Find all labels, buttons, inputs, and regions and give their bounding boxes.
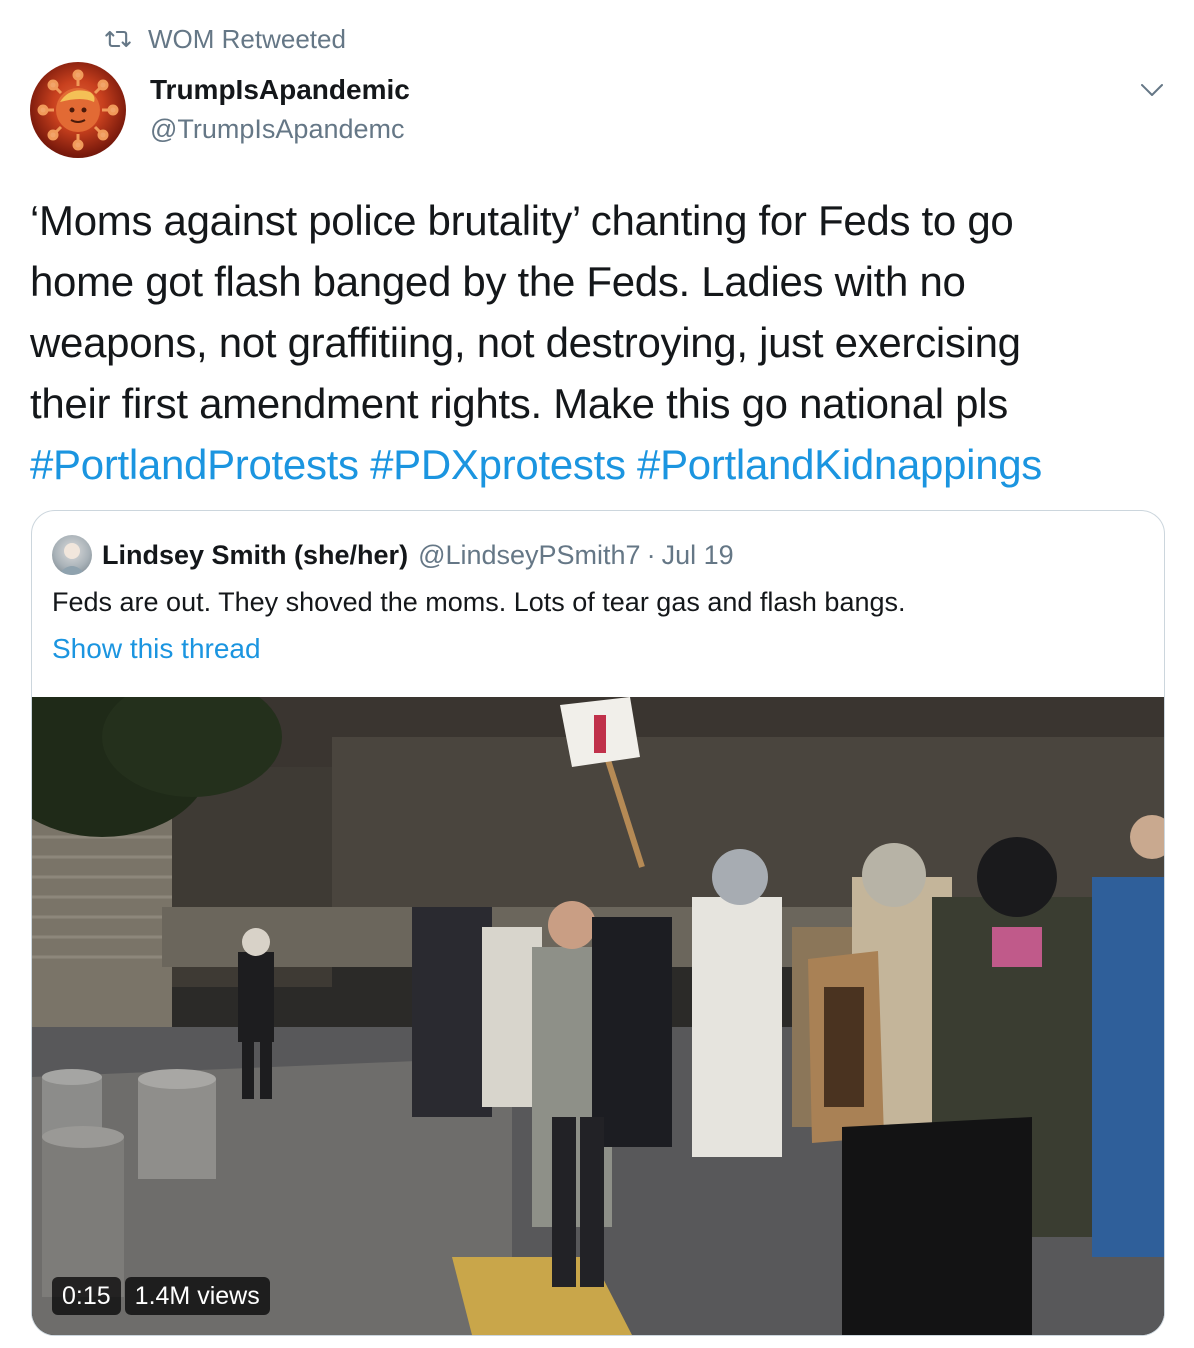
quoted-author-name[interactable]: Lindsey Smith (she/her) [102,540,408,571]
video-badges: 0:15 1.4M views [52,1277,270,1315]
retweet-icon [105,30,131,48]
video-player[interactable]: 0:15 1.4M views [32,697,1164,1335]
quoted-author-avatar[interactable] [52,535,92,575]
tweet-text-line: home got flash banged by the Feds. Ladie… [30,258,966,305]
avatar-image [58,543,86,575]
chevron-down-icon[interactable] [1136,74,1168,106]
video-duration-badge: 0:15 [52,1277,121,1315]
show-thread-link[interactable]: Show this thread [52,633,261,665]
quoted-tweet-header: Lindsey Smith (she/her) @LindseyPSmith7 … [52,535,734,575]
avatar-image [37,69,119,151]
tweet-text-line: their first amendment rights. Make this … [30,380,1008,427]
tweet-text-line: weapons, not graffitiing, not destroying… [30,319,1021,366]
hashtag-link[interactable]: #PDXprotests [370,441,626,488]
tweet-text: ‘Moms against police brutality’ chanting… [30,190,1170,495]
quoted-tweet-date[interactable]: Jul 19 [662,540,734,571]
quoted-tweet-text: Feds are out. They shoved the moms. Lots… [52,587,906,617]
video-views-badge: 1.4M views [124,1277,270,1315]
retweeted-by-label: WOM Retweeted [148,23,346,54]
author-handle[interactable]: @TrumpIsApandemc [150,114,405,145]
retweet-context[interactable]: WOM Retweeted [104,22,346,56]
separator-dot: · [646,539,656,570]
tweet-text-line: ‘Moms against police brutality’ chanting… [30,197,1014,244]
video-frame [32,697,1164,1335]
author-name[interactable]: TrumpIsApandemic [150,74,410,106]
hashtag-line: #PortlandProtests #PDXprotests #Portland… [30,434,1170,495]
hashtag-link[interactable]: #PortlandKidnappings [637,441,1042,488]
author-avatar[interactable] [30,62,126,158]
quoted-tweet-card[interactable]: Lindsey Smith (she/her) @LindseyPSmith7 … [31,510,1165,1336]
quoted-author-handle[interactable]: @LindseyPSmith7 [418,540,641,571]
hashtag-link[interactable]: #PortlandProtests [30,441,359,488]
